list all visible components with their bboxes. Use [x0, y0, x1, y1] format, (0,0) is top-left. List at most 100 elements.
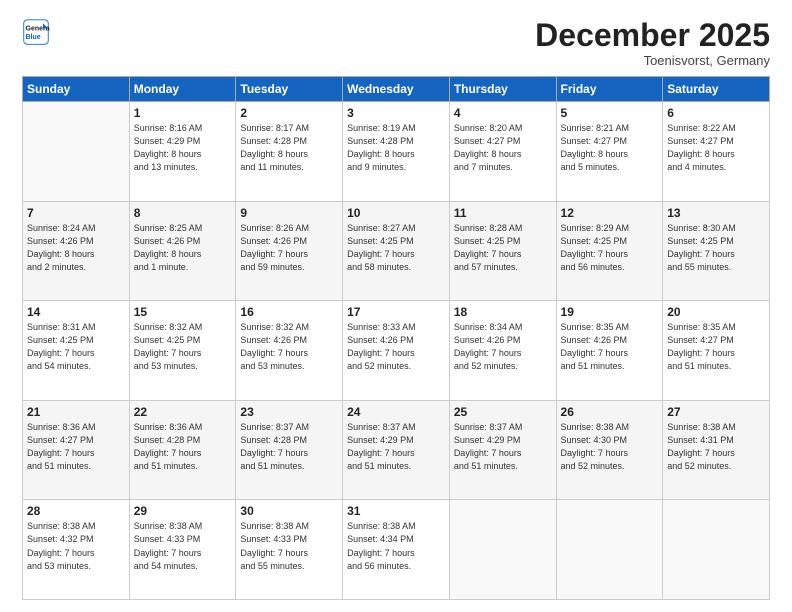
calendar-cell: 7 Sunrise: 8:24 AM Sunset: 4:26 PM Daylig…	[23, 201, 130, 301]
weekday-header-wednesday: Wednesday	[343, 77, 450, 102]
day-info: Sunrise: 8:34 AM Sunset: 4:26 PM Dayligh…	[454, 321, 552, 373]
day-number: 20	[667, 305, 765, 319]
day-info: Sunrise: 8:35 AM Sunset: 4:27 PM Dayligh…	[667, 321, 765, 373]
day-number: 16	[240, 305, 338, 319]
page: General Blue December 2025 Toenisvorst, …	[0, 0, 792, 612]
day-info: Sunrise: 8:21 AM Sunset: 4:27 PM Dayligh…	[561, 122, 659, 174]
month-title: December 2025	[535, 18, 770, 53]
day-number: 27	[667, 405, 765, 419]
weekday-header-saturday: Saturday	[663, 77, 770, 102]
day-info: Sunrise: 8:37 AM Sunset: 4:28 PM Dayligh…	[240, 421, 338, 473]
day-info: Sunrise: 8:29 AM Sunset: 4:25 PM Dayligh…	[561, 222, 659, 274]
weekday-header-sunday: Sunday	[23, 77, 130, 102]
calendar-cell: 29 Sunrise: 8:38 AM Sunset: 4:33 PM Dayli…	[129, 500, 236, 600]
weekday-header-thursday: Thursday	[449, 77, 556, 102]
day-number: 25	[454, 405, 552, 419]
day-info: Sunrise: 8:33 AM Sunset: 4:26 PM Dayligh…	[347, 321, 445, 373]
calendar-cell: 26 Sunrise: 8:38 AM Sunset: 4:30 PM Dayli…	[556, 400, 663, 500]
calendar-cell: 11 Sunrise: 8:28 AM Sunset: 4:25 PM Dayli…	[449, 201, 556, 301]
day-number: 13	[667, 206, 765, 220]
calendar-cell: 18 Sunrise: 8:34 AM Sunset: 4:26 PM Dayli…	[449, 301, 556, 401]
weekday-header-row: SundayMondayTuesdayWednesdayThursdayFrid…	[23, 77, 770, 102]
day-number: 29	[134, 504, 232, 518]
day-info: Sunrise: 8:26 AM Sunset: 4:26 PM Dayligh…	[240, 222, 338, 274]
day-number: 15	[134, 305, 232, 319]
calendar-cell: 19Sunrise: 8:35 AM Sunset: 4:26 PM Dayli…	[556, 301, 663, 401]
day-info: Sunrise: 8:38 AM Sunset: 4:33 PM Dayligh…	[134, 520, 232, 572]
day-number: 5	[561, 106, 659, 120]
weekday-header-tuesday: Tuesday	[236, 77, 343, 102]
day-info: Sunrise: 8:28 AM Sunset: 4:25 PM Dayligh…	[454, 222, 552, 274]
calendar-cell: 27 Sunrise: 8:38 AM Sunset: 4:31 PM Dayli…	[663, 400, 770, 500]
day-info: Sunrise: 8:37 AM Sunset: 4:29 PM Dayligh…	[454, 421, 552, 473]
calendar-cell: 30Sunrise: 8:38 AM Sunset: 4:33 PM Dayli…	[236, 500, 343, 600]
day-info: Sunrise: 8:25 AM Sunset: 4:26 PM Dayligh…	[134, 222, 232, 274]
day-number: 30	[240, 504, 338, 518]
calendar-cell: 23 Sunrise: 8:37 AM Sunset: 4:28 PM Dayli…	[236, 400, 343, 500]
day-number: 17	[347, 305, 445, 319]
day-info: Sunrise: 8:17 AM Sunset: 4:28 PM Dayligh…	[240, 122, 338, 174]
calendar-cell: 21 Sunrise: 8:36 AM Sunset: 4:27 PM Dayli…	[23, 400, 130, 500]
calendar-cell: 13 Sunrise: 8:30 AM Sunset: 4:25 PM Dayli…	[663, 201, 770, 301]
day-info: Sunrise: 8:38 AM Sunset: 4:30 PM Dayligh…	[561, 421, 659, 473]
day-info: Sunrise: 8:24 AM Sunset: 4:26 PM Dayligh…	[27, 222, 125, 274]
day-number: 22	[134, 405, 232, 419]
day-info: Sunrise: 8:16 AM Sunset: 4:29 PM Dayligh…	[134, 122, 232, 174]
day-info: Sunrise: 8:20 AM Sunset: 4:27 PM Dayligh…	[454, 122, 552, 174]
calendar-cell	[556, 500, 663, 600]
day-number: 14	[27, 305, 125, 319]
svg-text:General: General	[26, 25, 51, 32]
day-number: 8	[134, 206, 232, 220]
calendar-cell: 12Sunrise: 8:29 AM Sunset: 4:25 PM Dayli…	[556, 201, 663, 301]
calendar-cell: 25 Sunrise: 8:37 AM Sunset: 4:29 PM Dayli…	[449, 400, 556, 500]
logo-icon: General Blue	[22, 18, 50, 46]
calendar-cell: 10Sunrise: 8:27 AM Sunset: 4:25 PM Dayli…	[343, 201, 450, 301]
day-number: 21	[27, 405, 125, 419]
day-number: 2	[240, 106, 338, 120]
calendar-cell: 5 Sunrise: 8:21 AM Sunset: 4:27 PM Daylig…	[556, 102, 663, 202]
title-block: December 2025 Toenisvorst, Germany	[535, 18, 770, 68]
day-info: Sunrise: 8:27 AM Sunset: 4:25 PM Dayligh…	[347, 222, 445, 274]
day-number: 1	[134, 106, 232, 120]
calendar-cell: 15 Sunrise: 8:32 AM Sunset: 4:25 PM Dayli…	[129, 301, 236, 401]
day-number: 3	[347, 106, 445, 120]
logo: General Blue	[22, 18, 50, 46]
calendar-cell: 2 Sunrise: 8:17 AM Sunset: 4:28 PM Daylig…	[236, 102, 343, 202]
day-number: 23	[240, 405, 338, 419]
calendar-cell: 14 Sunrise: 8:31 AM Sunset: 4:25 PM Dayli…	[23, 301, 130, 401]
calendar-cell: 17 Sunrise: 8:33 AM Sunset: 4:26 PM Dayli…	[343, 301, 450, 401]
day-info: Sunrise: 8:32 AM Sunset: 4:25 PM Dayligh…	[134, 321, 232, 373]
header: General Blue December 2025 Toenisvorst, …	[22, 18, 770, 68]
calendar-cell	[663, 500, 770, 600]
calendar-week-5: 28Sunrise: 8:38 AM Sunset: 4:32 PM Dayli…	[23, 500, 770, 600]
day-info: Sunrise: 8:38 AM Sunset: 4:34 PM Dayligh…	[347, 520, 445, 572]
day-number: 19	[561, 305, 659, 319]
day-number: 7	[27, 206, 125, 220]
calendar-week-3: 14 Sunrise: 8:31 AM Sunset: 4:25 PM Dayli…	[23, 301, 770, 401]
calendar-cell: 1 Sunrise: 8:16 AM Sunset: 4:29 PM Daylig…	[129, 102, 236, 202]
location-subtitle: Toenisvorst, Germany	[535, 53, 770, 68]
day-info: Sunrise: 8:36 AM Sunset: 4:28 PM Dayligh…	[134, 421, 232, 473]
day-info: Sunrise: 8:38 AM Sunset: 4:31 PM Dayligh…	[667, 421, 765, 473]
calendar-cell: 6 Sunrise: 8:22 AM Sunset: 4:27 PM Daylig…	[663, 102, 770, 202]
calendar-cell: 22 Sunrise: 8:36 AM Sunset: 4:28 PM Dayli…	[129, 400, 236, 500]
weekday-header-monday: Monday	[129, 77, 236, 102]
day-number: 31	[347, 504, 445, 518]
day-info: Sunrise: 8:31 AM Sunset: 4:25 PM Dayligh…	[27, 321, 125, 373]
svg-text:Blue: Blue	[26, 34, 41, 41]
day-info: Sunrise: 8:30 AM Sunset: 4:25 PM Dayligh…	[667, 222, 765, 274]
day-number: 18	[454, 305, 552, 319]
calendar-cell	[23, 102, 130, 202]
day-number: 6	[667, 106, 765, 120]
calendar-cell: 28Sunrise: 8:38 AM Sunset: 4:32 PM Dayli…	[23, 500, 130, 600]
day-info: Sunrise: 8:19 AM Sunset: 4:28 PM Dayligh…	[347, 122, 445, 174]
day-number: 11	[454, 206, 552, 220]
day-info: Sunrise: 8:32 AM Sunset: 4:26 PM Dayligh…	[240, 321, 338, 373]
calendar-table: SundayMondayTuesdayWednesdayThursdayFrid…	[22, 76, 770, 600]
weekday-header-friday: Friday	[556, 77, 663, 102]
calendar-week-2: 7 Sunrise: 8:24 AM Sunset: 4:26 PM Daylig…	[23, 201, 770, 301]
day-info: Sunrise: 8:22 AM Sunset: 4:27 PM Dayligh…	[667, 122, 765, 174]
day-number: 4	[454, 106, 552, 120]
day-number: 26	[561, 405, 659, 419]
day-info: Sunrise: 8:36 AM Sunset: 4:27 PM Dayligh…	[27, 421, 125, 473]
